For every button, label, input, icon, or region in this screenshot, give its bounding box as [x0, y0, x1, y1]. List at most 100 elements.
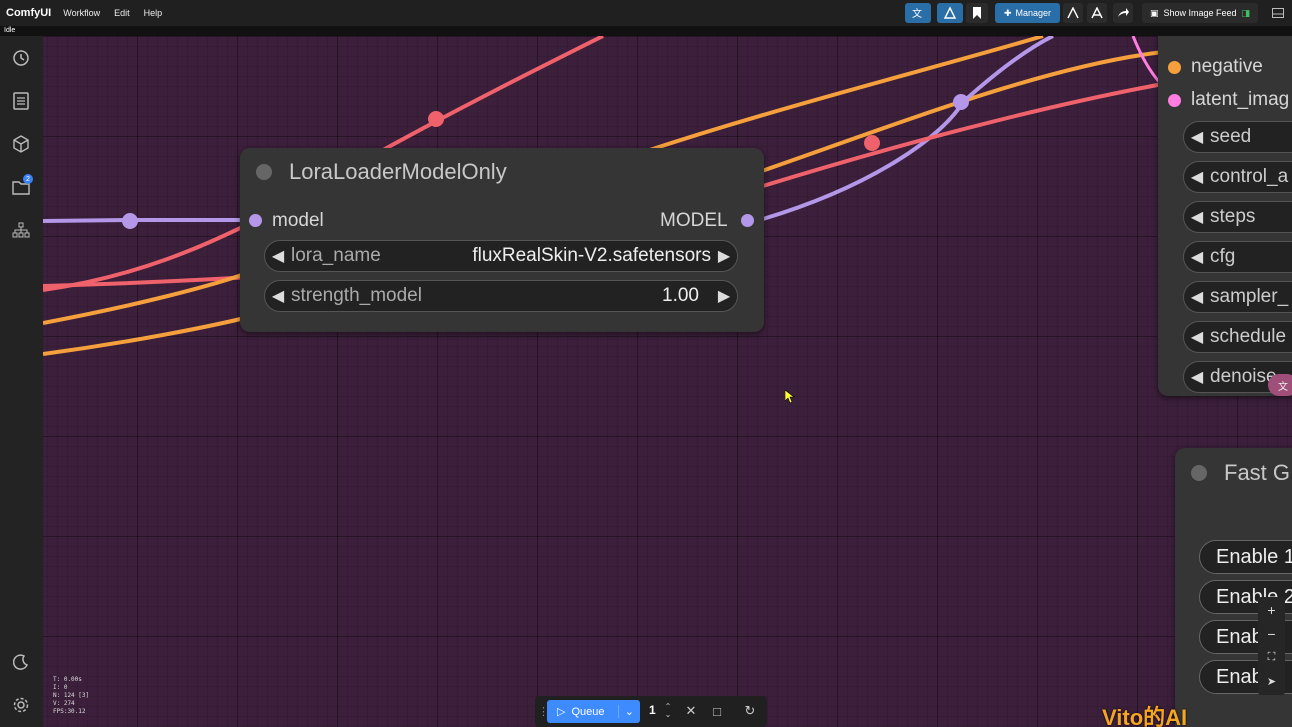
- image-feed-label: Show Image Feed: [1163, 8, 1237, 18]
- widget-sampler[interactable]: ◀ sampler_: [1183, 281, 1292, 313]
- canvas-stats: T: 0.00s I: 0 N: 124 [3] V: 274 FPS:30.1…: [53, 676, 89, 716]
- navigate-arrow-icon[interactable]: ➤: [1262, 672, 1281, 691]
- panel-toggle-icon[interactable]: [1268, 3, 1288, 23]
- chevron-down-icon[interactable]: ⌄: [617, 705, 634, 718]
- widget-name: strength_model: [291, 285, 422, 306]
- node-collapse-toggle[interactable]: [1191, 465, 1207, 481]
- puzzle-icon: ✚: [1003, 7, 1012, 18]
- translate-badge-icon[interactable]: 文: [1268, 374, 1292, 396]
- fit-view-icon[interactable]: ⛶: [1262, 648, 1281, 667]
- widget-name: control_a: [1210, 166, 1289, 187]
- zoom-out-minus-icon[interactable]: −: [1262, 624, 1281, 643]
- node-ksampler[interactable]: negative latent_imag ◀ seed ◀ control_a ◀ s…: [1158, 36, 1292, 396]
- output-slot-model[interactable]: [741, 214, 754, 227]
- decrement-arrow-icon[interactable]: ◀: [1184, 327, 1210, 347]
- decrement-arrow-icon[interactable]: ◀: [265, 286, 291, 306]
- tool-icon-2[interactable]: [1087, 3, 1107, 23]
- menu-help[interactable]: Help: [144, 8, 163, 18]
- widget-steps[interactable]: ◀ steps: [1183, 201, 1292, 233]
- widget-value: 1.00: [662, 285, 699, 306]
- queue-toolbar: ⋮ ▷ Queue ⌄ 1 ⌃ ⌄ ✕ □ ↻: [535, 696, 767, 727]
- link-wires: [43, 36, 1165, 356]
- play-icon: ▷: [557, 706, 566, 718]
- refresh-icon[interactable]: ↻: [741, 702, 759, 720]
- decrement-arrow-icon[interactable]: ◀: [265, 246, 291, 266]
- widget-strength-model[interactable]: ◀ strength_model 1.00 ▶: [264, 280, 738, 312]
- input-slot-model[interactable]: [249, 214, 262, 227]
- stop-square-icon[interactable]: □: [708, 702, 726, 720]
- widget-name: schedule: [1210, 326, 1287, 347]
- tool-icon-1[interactable]: [1063, 3, 1083, 23]
- document-icon[interactable]: [11, 91, 31, 111]
- node-collapse-toggle[interactable]: [256, 164, 272, 180]
- moon-icon[interactable]: [11, 652, 31, 672]
- cube-icon[interactable]: [11, 134, 31, 154]
- node-align-icon[interactable]: [937, 3, 963, 23]
- bookmark-icon[interactable]: [966, 3, 988, 23]
- enable-group-button-1[interactable]: Enable 1: [1199, 540, 1292, 574]
- count-stepper-icon[interactable]: ⌃ ⌄: [659, 702, 677, 720]
- stat-vertices: V: 274: [53, 700, 75, 707]
- widget-value: fluxRealSkin-V2.safetensors: [472, 245, 711, 266]
- widget-name: cfg: [1210, 246, 1236, 267]
- mouse-cursor-icon: [785, 390, 795, 404]
- left-sidebar: 2: [0, 36, 43, 727]
- watermark: Vito的AI: [1102, 705, 1188, 727]
- stat-fps: FPS:30.12: [53, 708, 86, 715]
- queue-label: Queue: [571, 705, 605, 718]
- input-label-negative: negative: [1191, 56, 1263, 77]
- manager-button[interactable]: ✚ Manager: [995, 3, 1060, 23]
- output-label-model: MODEL: [660, 210, 728, 231]
- node-tree-icon[interactable]: [11, 220, 31, 240]
- svg-text:文: 文: [912, 7, 922, 20]
- node-title: Fast G: [1224, 460, 1291, 485]
- settings-gear-icon[interactable]: [11, 695, 31, 715]
- queue-count-input[interactable]: 1: [649, 703, 656, 717]
- queue-button[interactable]: ▷ Queue ⌄: [547, 700, 640, 723]
- stat-nodes: N: 124 [3]: [53, 692, 90, 699]
- decrement-arrow-icon[interactable]: ◀: [1184, 207, 1210, 227]
- widget-control-after[interactable]: ◀ control_a: [1183, 161, 1292, 193]
- widget-name: sampler_: [1210, 286, 1289, 307]
- widget-seed[interactable]: ◀ seed: [1183, 121, 1292, 153]
- widget-cfg[interactable]: ◀ cfg: [1183, 241, 1292, 273]
- widget-name: seed: [1210, 126, 1252, 147]
- input-label-model: model: [272, 210, 324, 231]
- clear-queue-close-icon[interactable]: ✕: [682, 702, 700, 720]
- widget-name: lora_name: [291, 245, 381, 266]
- decrement-arrow-icon[interactable]: ◀: [1184, 287, 1210, 307]
- decrement-arrow-icon[interactable]: ◀: [1184, 127, 1210, 147]
- input-slot-negative[interactable]: [1168, 61, 1181, 74]
- translate-icon[interactable]: 文: [905, 3, 931, 23]
- decrement-arrow-icon[interactable]: ◀: [1184, 247, 1210, 267]
- menu-workflow[interactable]: Workflow: [63, 8, 100, 18]
- feed-toggle-icon: ◨: [1241, 7, 1251, 18]
- widget-name: denoise: [1210, 366, 1277, 387]
- input-slot-latent[interactable]: [1168, 94, 1181, 107]
- widget-scheduler[interactable]: ◀ schedule: [1183, 321, 1292, 353]
- widget-lora-name[interactable]: ◀ lora_name fluxRealSkin-V2.safetensors …: [264, 240, 738, 272]
- queue-badge: 2: [23, 174, 33, 184]
- node-title: LoraLoaderModelOnly: [289, 159, 507, 184]
- graph-canvas[interactable]: LoraLoaderModelOnly model MODEL ◀ lora_n…: [43, 36, 1292, 727]
- history-icon[interactable]: [11, 48, 31, 68]
- zoom-in-plus-icon[interactable]: +: [1262, 600, 1281, 619]
- increment-arrow-icon[interactable]: ▶: [711, 286, 737, 306]
- image-feed-icon: ▣: [1149, 7, 1159, 18]
- manager-label: Manager: [1015, 8, 1052, 18]
- folder-queue-icon[interactable]: 2: [11, 174, 33, 197]
- menu-edit[interactable]: Edit: [114, 8, 130, 18]
- decrement-arrow-icon[interactable]: ◀: [1184, 167, 1210, 187]
- app-logo: ComfyUI: [6, 7, 52, 19]
- node-lora-loader[interactable]: LoraLoaderModelOnly model MODEL ◀ lora_n…: [240, 148, 764, 332]
- show-image-feed-button[interactable]: ▣ Show Image Feed ◨: [1142, 3, 1258, 23]
- input-label-latent: latent_imag: [1191, 89, 1290, 110]
- stat-time: T: 0.00s: [53, 676, 82, 683]
- status-text: Idle: [0, 26, 1292, 36]
- zoom-controls: + − ⛶ ➤: [1258, 597, 1285, 695]
- share-arrow-icon[interactable]: [1113, 3, 1133, 23]
- decrement-arrow-icon[interactable]: ◀: [1184, 367, 1210, 387]
- widget-name: steps: [1210, 206, 1256, 227]
- stat-i: I: 0: [53, 684, 68, 691]
- increment-arrow-icon[interactable]: ▶: [711, 246, 737, 266]
